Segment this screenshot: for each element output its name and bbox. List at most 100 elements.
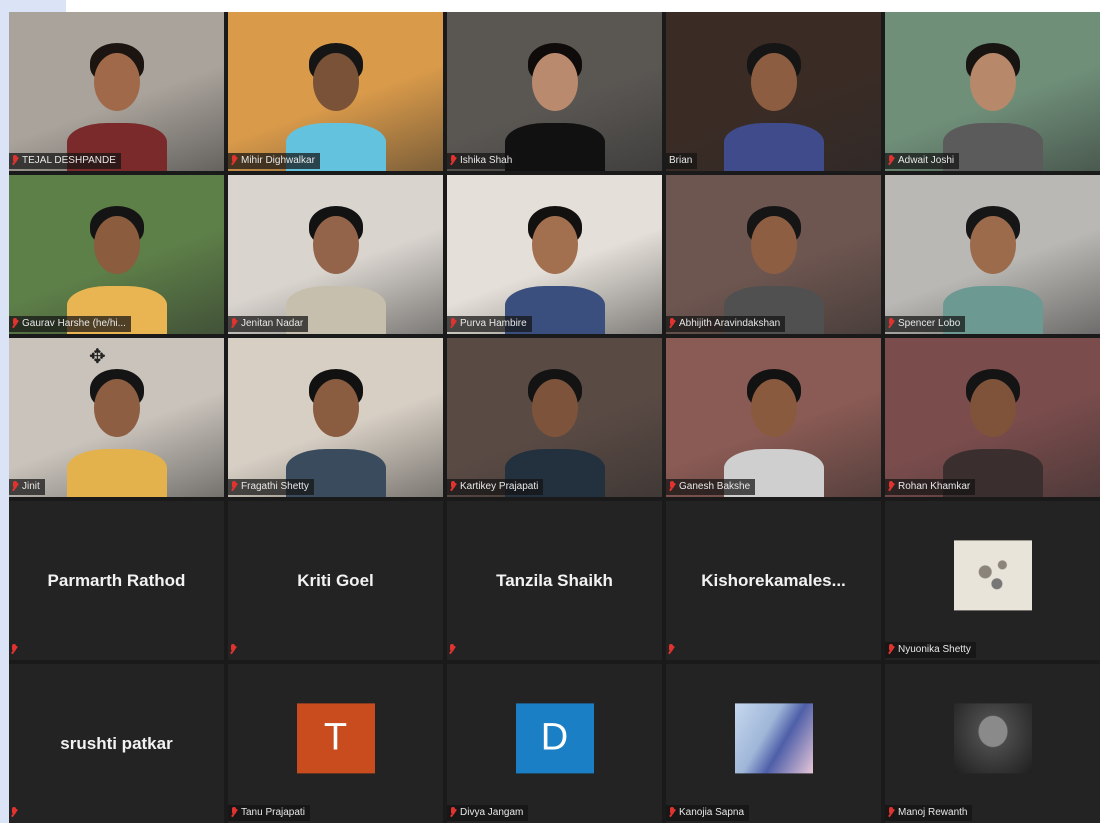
participant-tile[interactable]: Kriti Goel xyxy=(228,501,443,660)
participant-name: Nyuonika Shetty xyxy=(898,644,971,655)
mic-muted-icon xyxy=(669,481,676,493)
participant-name: Tanu Prajapati xyxy=(241,807,305,818)
participant-tile[interactable]: T Tanu Prajapati xyxy=(228,664,443,823)
video-feed xyxy=(447,175,662,334)
profile-picture xyxy=(734,702,813,773)
mic-muted-icon xyxy=(450,481,457,493)
participant-name-tag: Adwait Joshi xyxy=(885,153,960,169)
participant-tile[interactable]: Spencer Lobo xyxy=(885,175,1100,334)
participant-display-name: Kriti Goel xyxy=(297,570,374,590)
participant-tile[interactable]: Nyuonika Shetty xyxy=(885,501,1100,660)
participant-tile[interactable]: Kartikey Prajapati xyxy=(447,338,662,497)
participant-tile[interactable]: Manoj Rewanth xyxy=(885,664,1100,823)
participant-name-tag: Kanojia Sapna xyxy=(666,805,750,821)
video-feed xyxy=(885,338,1100,497)
participant-tile[interactable]: TEJAL DESHPANDE xyxy=(9,12,224,171)
mic-muted-icon xyxy=(450,318,457,330)
participant-tile[interactable]: Parmarth Rathod xyxy=(9,501,224,660)
profile-picture xyxy=(953,702,1032,773)
video-feed xyxy=(447,12,662,171)
participant-display-name: Tanzila Shaikh xyxy=(496,570,613,590)
participant-display-name: srushti patkar xyxy=(60,733,173,753)
participant-name-tag: Divya Jangam xyxy=(447,805,529,821)
mic-muted-icon xyxy=(449,644,456,656)
participant-figure xyxy=(276,175,396,334)
participant-name-tag: Rohan Khamkar xyxy=(885,479,976,495)
participant-figure xyxy=(714,338,834,497)
participant-name: Ishika Shah xyxy=(460,155,513,166)
participant-name-tag: Brian xyxy=(666,153,698,169)
participant-name-tag: Spencer Lobo xyxy=(885,316,966,332)
participant-name: Manoj Rewanth xyxy=(898,807,968,818)
participant-figure xyxy=(57,175,177,334)
participant-name-tag: Tanu Prajapati xyxy=(228,805,310,821)
video-feed xyxy=(666,175,881,334)
mic-muted-icon xyxy=(230,644,237,656)
mic-muted-icon xyxy=(231,318,238,330)
mic-muted-icon xyxy=(12,155,19,167)
video-feed xyxy=(447,338,662,497)
participant-name-tag: Gaurav Harshe (he/hi... xyxy=(9,316,131,332)
participant-tile[interactable]: Adwait Joshi xyxy=(885,12,1100,171)
letter-avatar: T xyxy=(296,702,375,773)
mic-muted-icon xyxy=(669,807,676,819)
participant-name: Kartikey Prajapati xyxy=(460,481,539,492)
video-feed xyxy=(228,12,443,171)
participant-name: Purva Hambire xyxy=(460,318,527,329)
participant-tile[interactable]: Rohan Khamkar xyxy=(885,338,1100,497)
participant-name: TEJAL DESHPANDE xyxy=(22,155,116,166)
video-feed xyxy=(228,175,443,334)
participant-tile[interactable]: Jenitan Nadar xyxy=(228,175,443,334)
participant-name: Spencer Lobo xyxy=(898,318,961,329)
video-feed xyxy=(885,12,1100,171)
participant-name-tag: Ishika Shah xyxy=(447,153,518,169)
video-feed xyxy=(9,338,224,497)
video-feed xyxy=(9,12,224,171)
participant-name: Jenitan Nadar xyxy=(241,318,304,329)
participant-figure xyxy=(933,175,1053,334)
participant-figure xyxy=(276,12,396,171)
participant-tile[interactable]: ✥ Jinit xyxy=(9,338,224,497)
participant-tile[interactable]: Mihir Dighwalkar xyxy=(228,12,443,171)
participant-tile[interactable]: Fragathi Shetty xyxy=(228,338,443,497)
participant-tile[interactable]: Kishorekamales... xyxy=(666,501,881,660)
participant-figure xyxy=(495,338,615,497)
left-strip xyxy=(0,0,9,823)
mic-muted-icon xyxy=(450,155,457,167)
participant-tile[interactable]: Gaurav Harshe (he/hi... xyxy=(9,175,224,334)
top-strip xyxy=(0,0,66,12)
participant-name: Fragathi Shetty xyxy=(241,481,309,492)
participant-name: Mihir Dighwalkar xyxy=(241,155,315,166)
participant-tile[interactable]: srushti patkar xyxy=(9,664,224,823)
participant-name-tag: Manoj Rewanth xyxy=(885,805,973,821)
participant-tile[interactable]: Abhijith Aravindakshan xyxy=(666,175,881,334)
participant-name: Gaurav Harshe (he/hi... xyxy=(22,318,126,329)
participant-figure xyxy=(276,338,396,497)
participant-figure xyxy=(933,12,1053,171)
participant-name-tag: Kartikey Prajapati xyxy=(447,479,544,495)
participant-tile[interactable]: Ganesh Bakshe xyxy=(666,338,881,497)
participant-figure xyxy=(495,12,615,171)
video-feed xyxy=(885,175,1100,334)
participant-name-tag: Jinit xyxy=(9,479,45,495)
mic-muted-icon xyxy=(669,318,676,330)
mic-muted-icon xyxy=(11,807,18,819)
video-feed xyxy=(666,12,881,171)
participant-figure xyxy=(495,175,615,334)
participant-name-tag: Abhijith Aravindakshan xyxy=(666,316,786,332)
mic-muted-icon xyxy=(12,481,19,493)
participant-tile[interactable]: Ishika Shah xyxy=(447,12,662,171)
participant-tile[interactable]: Kanojia Sapna xyxy=(666,664,881,823)
participant-tile[interactable]: Brian xyxy=(666,12,881,171)
participant-name: Brian xyxy=(669,155,693,166)
gallery-view: TEJAL DESHPANDE Mihir Dighwalkar Ishika Sh… xyxy=(9,12,1100,823)
profile-picture xyxy=(953,539,1032,610)
participant-tile[interactable]: Tanzila Shaikh xyxy=(447,501,662,660)
mic-muted-icon xyxy=(231,481,238,493)
participant-display-name: Kishorekamales... xyxy=(701,570,846,590)
participant-display-name: Parmarth Rathod xyxy=(47,570,186,590)
participant-tile[interactable]: D Divya Jangam xyxy=(447,664,662,823)
participant-figure xyxy=(933,338,1053,497)
participant-name: Divya Jangam xyxy=(460,807,524,818)
participant-tile[interactable]: Purva Hambire xyxy=(447,175,662,334)
